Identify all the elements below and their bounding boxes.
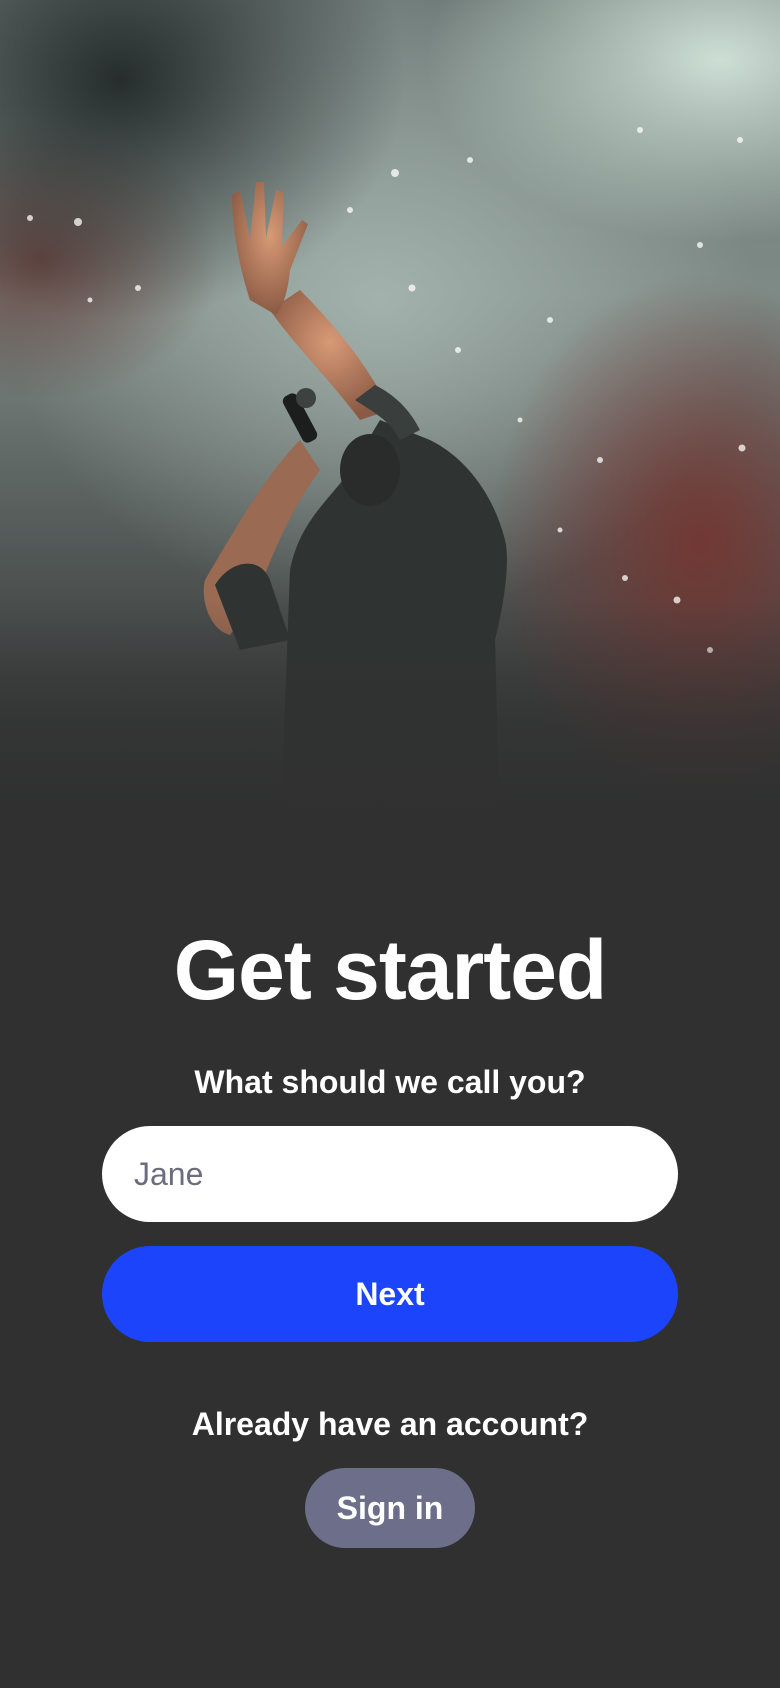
existing-account-label: Already have an account? — [191, 1406, 589, 1442]
name-prompt-label: What should we call you? — [194, 1064, 586, 1100]
get-started-screen: Get started What should we call you? Nex… — [0, 0, 780, 1688]
page-title: Get started — [173, 923, 607, 1017]
hero-image — [0, 0, 780, 840]
next-button[interactable]: Next — [102, 1246, 678, 1342]
sign-in-button[interactable]: Sign in — [305, 1468, 475, 1548]
name-input[interactable] — [102, 1126, 678, 1222]
